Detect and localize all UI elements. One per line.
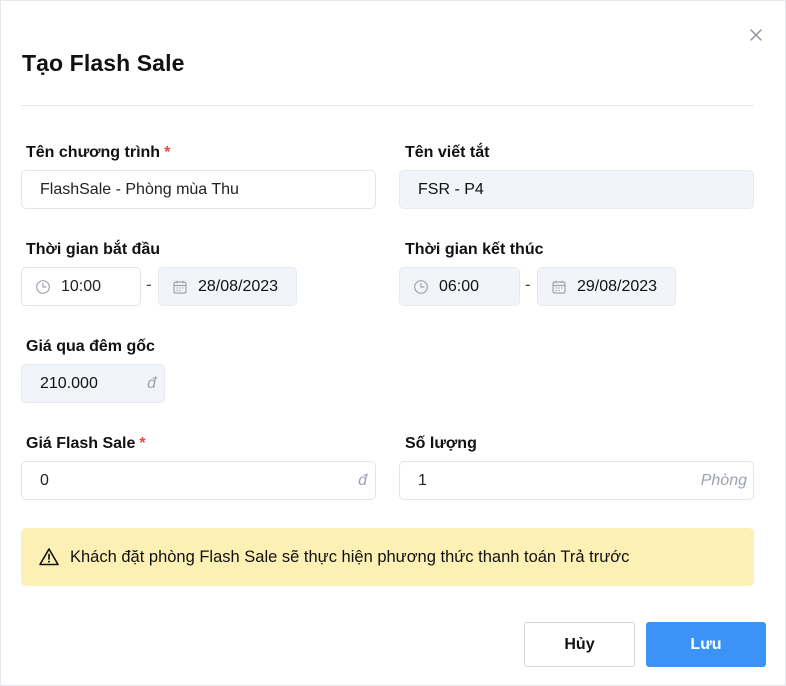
start-separator: - — [146, 275, 152, 294]
program-name-label-text: Tên chương trình — [26, 144, 161, 161]
calendar-icon — [171, 278, 189, 296]
start-time-label: Thời gian bắt đầu — [26, 241, 161, 258]
start-time-value: 10:00 — [61, 277, 102, 295]
end-date-value: 29/08/2023 — [577, 277, 657, 295]
save-button[interactable]: Lưu — [646, 622, 766, 667]
original-price-label: Giá qua đêm gốc — [26, 338, 155, 355]
program-name-value: FlashSale - Phòng mùa Thu — [40, 180, 239, 198]
required-mark: * — [139, 435, 146, 452]
start-date-picker[interactable]: 28/08/2023 — [158, 267, 297, 306]
quantity-label: Số lượng — [405, 435, 477, 452]
end-time-label: Thời gian kết thúc — [405, 241, 544, 258]
clock-icon — [412, 278, 430, 296]
warning-icon — [38, 546, 60, 568]
short-name-input: FSR - P4 — [399, 170, 754, 209]
program-name-label: Tên chương trình * — [26, 144, 170, 162]
short-name-value: FSR - P4 — [418, 180, 484, 198]
clock-icon — [34, 278, 52, 296]
cancel-button[interactable]: Hủy — [524, 622, 635, 667]
flash-sale-modal: Tạo Flash Sale Tên chương trình * FlashSa… — [0, 0, 786, 686]
start-date-value: 28/08/2023 — [198, 277, 278, 295]
short-name-label: Tên viết tắt — [405, 144, 490, 161]
alert-text: Khách đặt phòng Flash Sale sẽ thực hiện … — [70, 547, 630, 566]
quantity-input[interactable]: 1 Phòng — [399, 461, 754, 500]
currency-suffix: đ — [358, 471, 367, 489]
end-separator: - — [525, 275, 531, 294]
end-time-picker[interactable]: 06:00 — [399, 267, 520, 306]
calendar-icon — [550, 278, 568, 296]
original-price-input: 210.000 đ — [21, 364, 165, 403]
start-time-picker[interactable]: 10:00 — [21, 267, 141, 306]
program-name-input[interactable]: FlashSale - Phòng mùa Thu — [21, 170, 376, 209]
flash-price-input[interactable]: 0 đ — [21, 461, 376, 500]
currency-suffix: đ — [147, 374, 156, 392]
end-date-picker[interactable]: 29/08/2023 — [537, 267, 676, 306]
header-divider — [21, 105, 754, 106]
quantity-unit-suffix: Phòng — [700, 471, 747, 489]
quantity-value: 1 — [418, 471, 427, 489]
prepaid-warning-alert: Khách đặt phòng Flash Sale sẽ thực hiện … — [21, 528, 754, 586]
flash-price-label: Giá Flash Sale * — [26, 435, 146, 453]
close-icon[interactable] — [745, 24, 767, 46]
original-price-value: 210.000 — [40, 374, 98, 392]
required-mark: * — [164, 144, 171, 161]
flash-price-value: 0 — [40, 471, 49, 489]
flash-price-label-text: Giá Flash Sale — [26, 435, 136, 452]
end-time-value: 06:00 — [439, 277, 480, 295]
modal-title: Tạo Flash Sale — [22, 50, 185, 76]
